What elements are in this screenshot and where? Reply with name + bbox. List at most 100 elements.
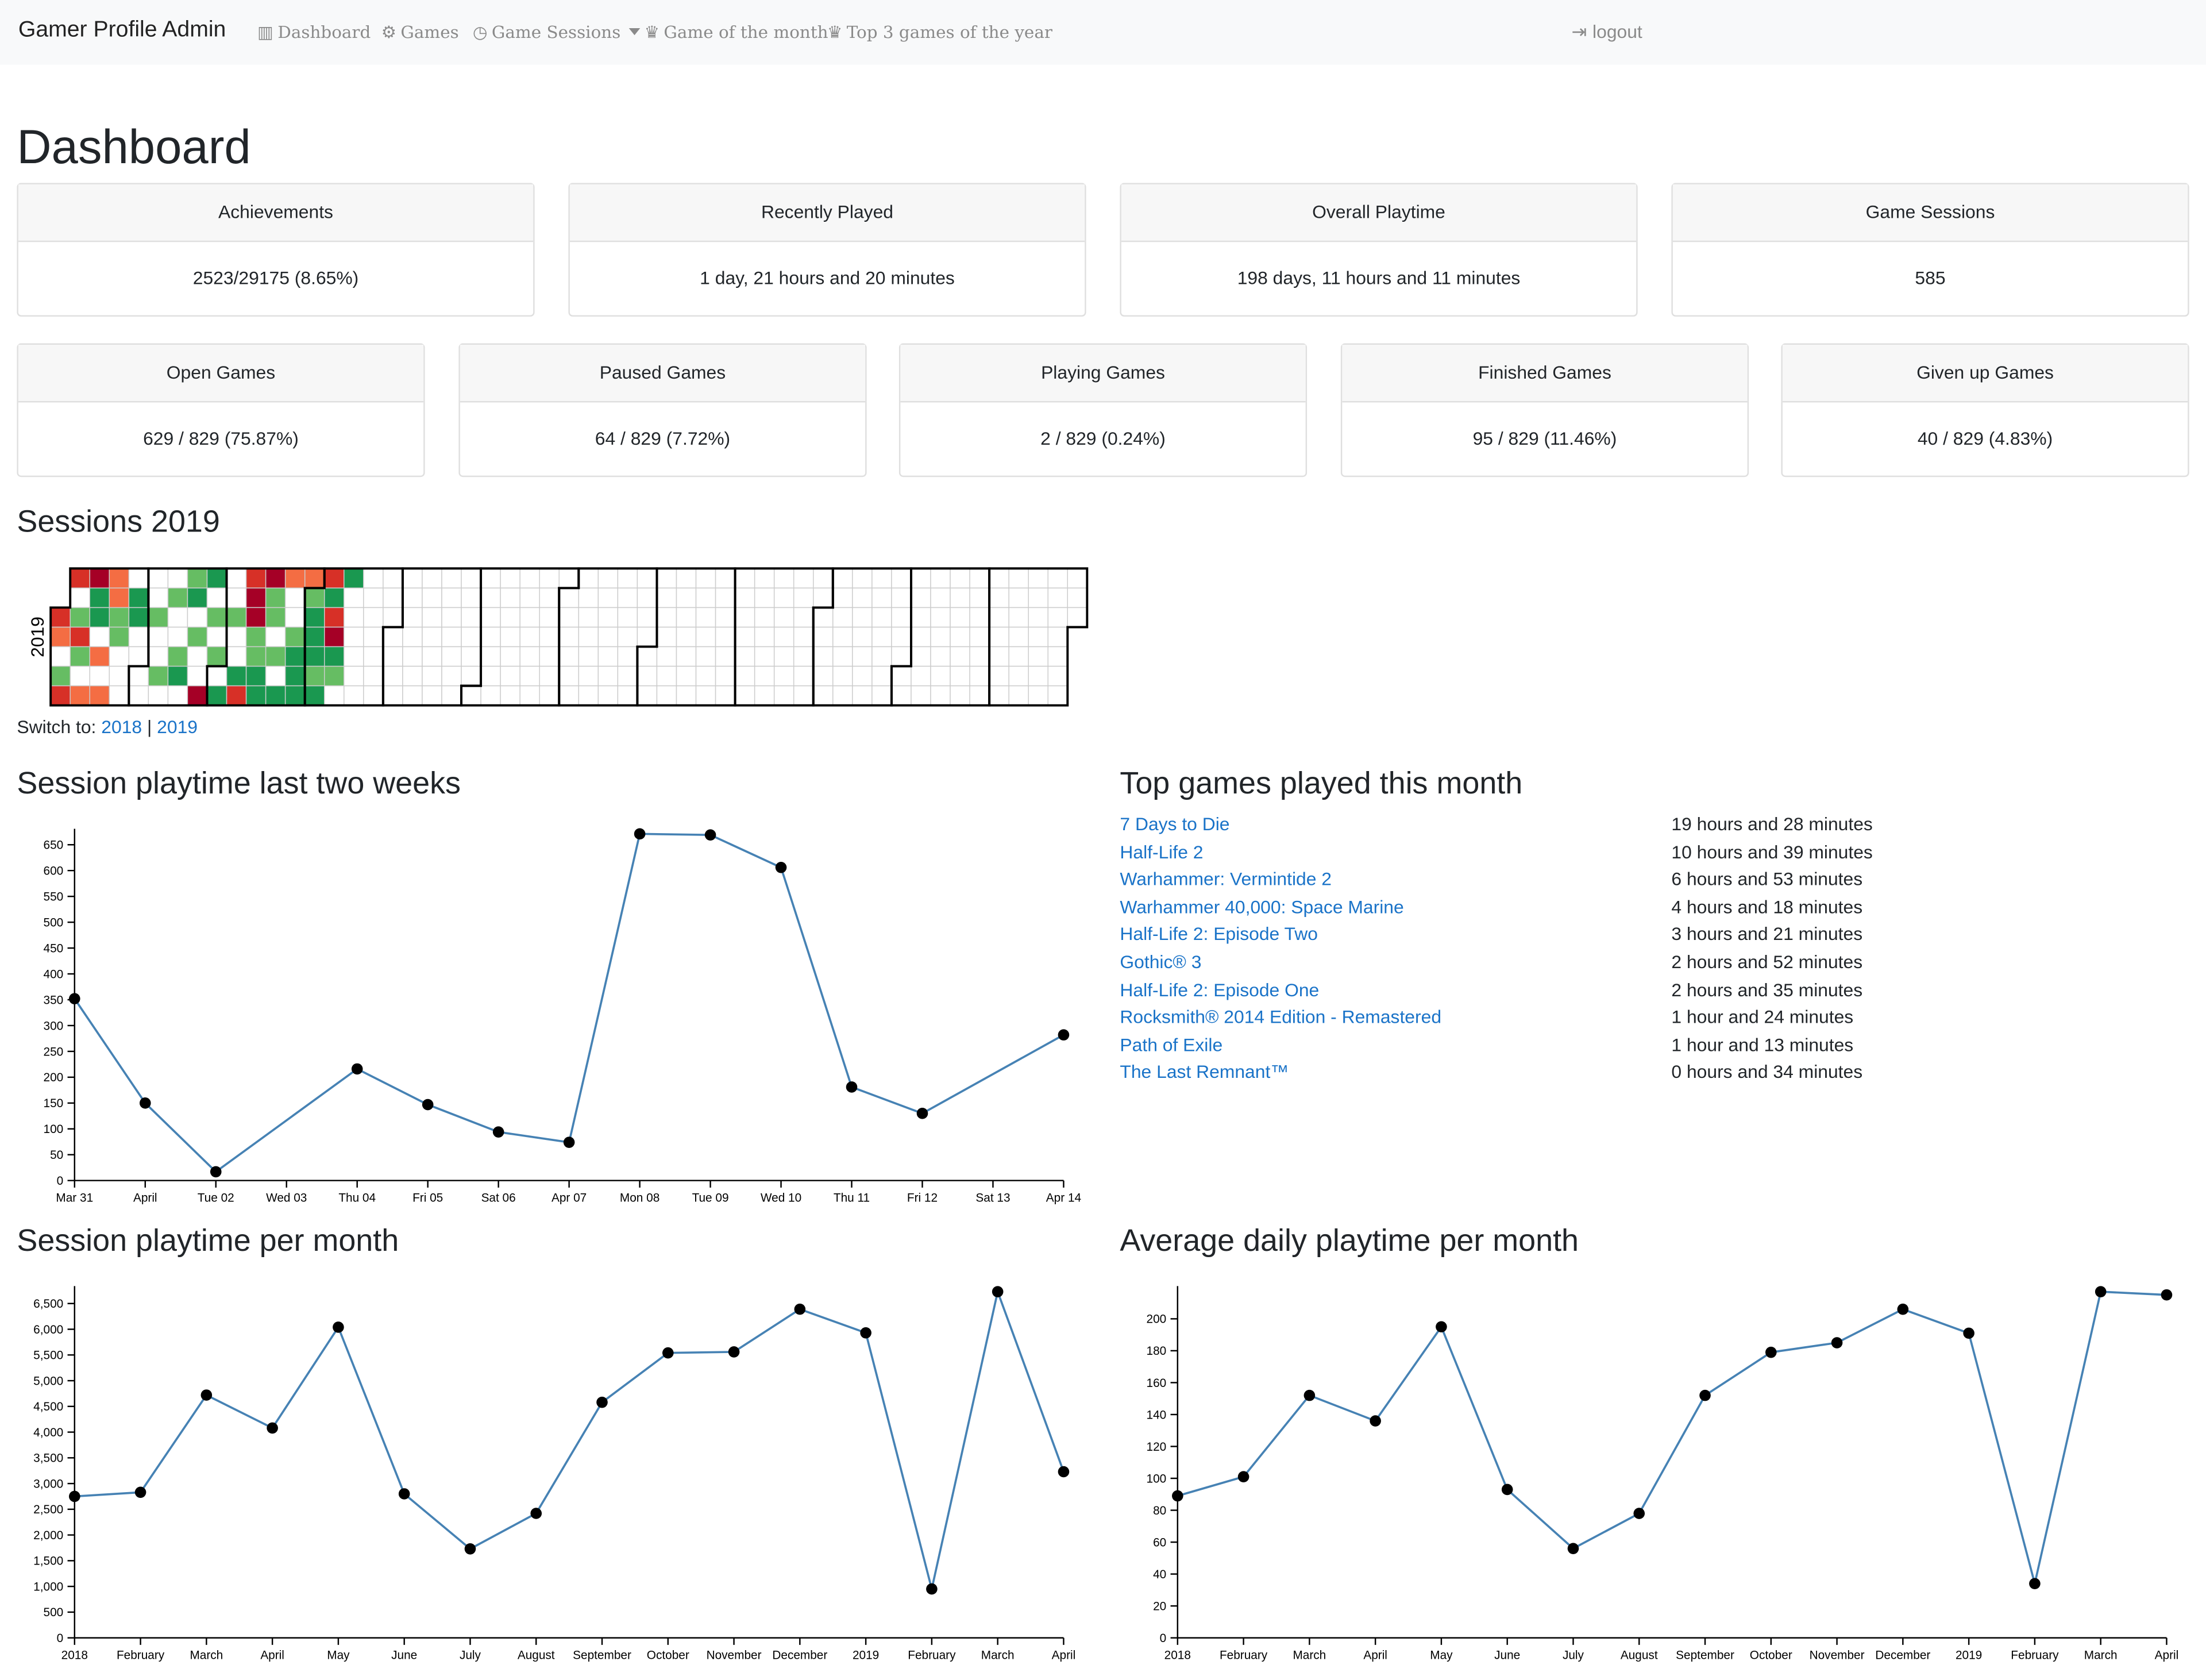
calendar-day-cell[interactable]	[930, 646, 951, 667]
calendar-day-cell[interactable]	[128, 685, 149, 706]
calendar-day-cell[interactable]	[911, 665, 931, 687]
calendar-day-cell[interactable]	[539, 646, 560, 667]
calendar-day-cell[interactable]	[715, 626, 736, 648]
calendar-day-cell[interactable]	[578, 568, 599, 589]
calendar-day-cell[interactable]	[773, 665, 795, 687]
calendar-day-cell[interactable]	[441, 626, 462, 648]
calendar-day-cell[interactable]	[109, 568, 130, 589]
calendar-day-cell[interactable]	[167, 626, 188, 648]
game-link[interactable]: Rocksmith® 2014 Edition - Remastered	[1120, 1006, 1441, 1027]
calendar-day-cell[interactable]	[871, 626, 892, 648]
calendar-day-cell[interactable]	[1028, 646, 1048, 667]
calendar-day-cell[interactable]	[128, 568, 149, 589]
calendar-day-cell[interactable]	[284, 665, 306, 687]
calendar-day-cell[interactable]	[245, 646, 267, 667]
calendar-day-cell[interactable]	[793, 646, 814, 667]
calendar-day-cell[interactable]	[734, 626, 755, 648]
calendar-day-cell[interactable]	[911, 646, 931, 667]
calendar-day-cell[interactable]	[539, 626, 560, 648]
calendar-day-cell[interactable]	[617, 665, 638, 687]
calendar-day-cell[interactable]	[89, 626, 110, 648]
calendar-day-cell[interactable]	[891, 685, 912, 706]
calendar-day-cell[interactable]	[911, 685, 931, 706]
game-link[interactable]: Half-Life 2: Episode Two	[1120, 923, 1318, 945]
calendar-day-cell[interactable]	[891, 607, 912, 628]
calendar-day-cell[interactable]	[461, 665, 481, 687]
calendar-day-cell[interactable]	[167, 568, 188, 589]
calendar-day-cell[interactable]	[1047, 607, 1069, 628]
calendar-day-cell[interactable]	[109, 665, 130, 687]
calendar-day-cell[interactable]	[734, 665, 755, 687]
calendar-day-cell[interactable]	[676, 607, 697, 628]
calendar-day-cell[interactable]	[754, 665, 775, 687]
calendar-day-cell[interactable]	[402, 626, 423, 648]
calendar-day-cell[interactable]	[422, 568, 442, 589]
calendar-day-cell[interactable]	[422, 646, 442, 667]
calendar-day-cell[interactable]	[911, 607, 931, 628]
calendar-day-cell[interactable]	[773, 685, 795, 706]
calendar-day-cell[interactable]	[754, 568, 775, 589]
calendar-day-cell[interactable]	[891, 646, 912, 667]
calendar-day-cell[interactable]	[284, 568, 306, 589]
calendar-day-cell[interactable]	[480, 626, 501, 648]
calendar-day-cell[interactable]	[344, 607, 364, 628]
calendar-day-cell[interactable]	[773, 568, 795, 589]
calendar-day-cell[interactable]	[441, 607, 462, 628]
calendar-day-cell[interactable]	[383, 626, 403, 648]
calendar-day-cell[interactable]	[167, 646, 188, 667]
calendar-day-cell[interactable]	[148, 626, 169, 648]
calendar-day-cell[interactable]	[773, 626, 795, 648]
calendar-day-cell[interactable]	[480, 607, 501, 628]
calendar-day-cell[interactable]	[89, 568, 110, 589]
calendar-day-cell[interactable]	[89, 646, 110, 667]
calendar-day-cell[interactable]	[304, 587, 325, 608]
calendar-day-cell[interactable]	[1047, 568, 1069, 589]
calendar-day-cell[interactable]	[558, 685, 580, 706]
calendar-day-cell[interactable]	[578, 665, 599, 687]
calendar-day-cell[interactable]	[813, 685, 834, 706]
calendar-day-cell[interactable]	[793, 568, 814, 589]
calendar-day-cell[interactable]	[480, 665, 501, 687]
calendar-day-cell[interactable]	[911, 568, 931, 589]
calendar-day-cell[interactable]	[500, 626, 520, 648]
calendar-day-cell[interactable]	[930, 685, 951, 706]
calendar-day-cell[interactable]	[265, 646, 286, 667]
calendar-day-cell[interactable]	[363, 685, 384, 706]
calendar-day-cell[interactable]	[676, 685, 697, 706]
calendar-day-cell[interactable]	[422, 665, 442, 687]
calendar-day-cell[interactable]	[539, 587, 560, 608]
calendar-day-cell[interactable]	[969, 568, 990, 589]
calendar-day-cell[interactable]	[852, 646, 873, 667]
calendar-day-cell[interactable]	[813, 665, 834, 687]
game-link[interactable]: Gothic® 3	[1120, 951, 1201, 972]
calendar-day-cell[interactable]	[891, 626, 912, 648]
calendar-day-cell[interactable]	[754, 685, 775, 706]
calendar-day-cell[interactable]	[148, 646, 169, 667]
calendar-day-cell[interactable]	[930, 568, 951, 589]
calendar-day-cell[interactable]	[773, 646, 795, 667]
calendar-day-cell[interactable]	[656, 626, 677, 648]
calendar-day-cell[interactable]	[1028, 607, 1048, 628]
calendar-day-cell[interactable]	[617, 685, 638, 706]
calendar-day-cell[interactable]	[852, 665, 873, 687]
calendar-day-cell[interactable]	[148, 568, 169, 589]
calendar-day-cell[interactable]	[265, 607, 286, 628]
calendar-day-cell[interactable]	[832, 587, 853, 608]
calendar-day-cell[interactable]	[206, 646, 227, 667]
calendar-day-cell[interactable]	[1028, 685, 1048, 706]
calendar-day-cell[interactable]	[969, 685, 990, 706]
calendar-day-cell[interactable]	[1047, 626, 1069, 648]
calendar-day-cell[interactable]	[383, 568, 403, 589]
calendar-day-cell[interactable]	[617, 626, 638, 648]
calendar-day-cell[interactable]	[206, 607, 227, 628]
calendar-day-cell[interactable]	[1008, 646, 1029, 667]
calendar-day-cell[interactable]	[128, 646, 149, 667]
calendar-day-cell[interactable]	[206, 665, 227, 687]
calendar-day-cell[interactable]	[1008, 665, 1029, 687]
calendar-day-cell[interactable]	[891, 587, 912, 608]
calendar-day-cell[interactable]	[656, 568, 677, 589]
calendar-day-cell[interactable]	[206, 685, 227, 706]
calendar-day-cell[interactable]	[304, 646, 325, 667]
calendar-day-cell[interactable]	[578, 587, 599, 608]
calendar-day-cell[interactable]	[734, 587, 755, 608]
